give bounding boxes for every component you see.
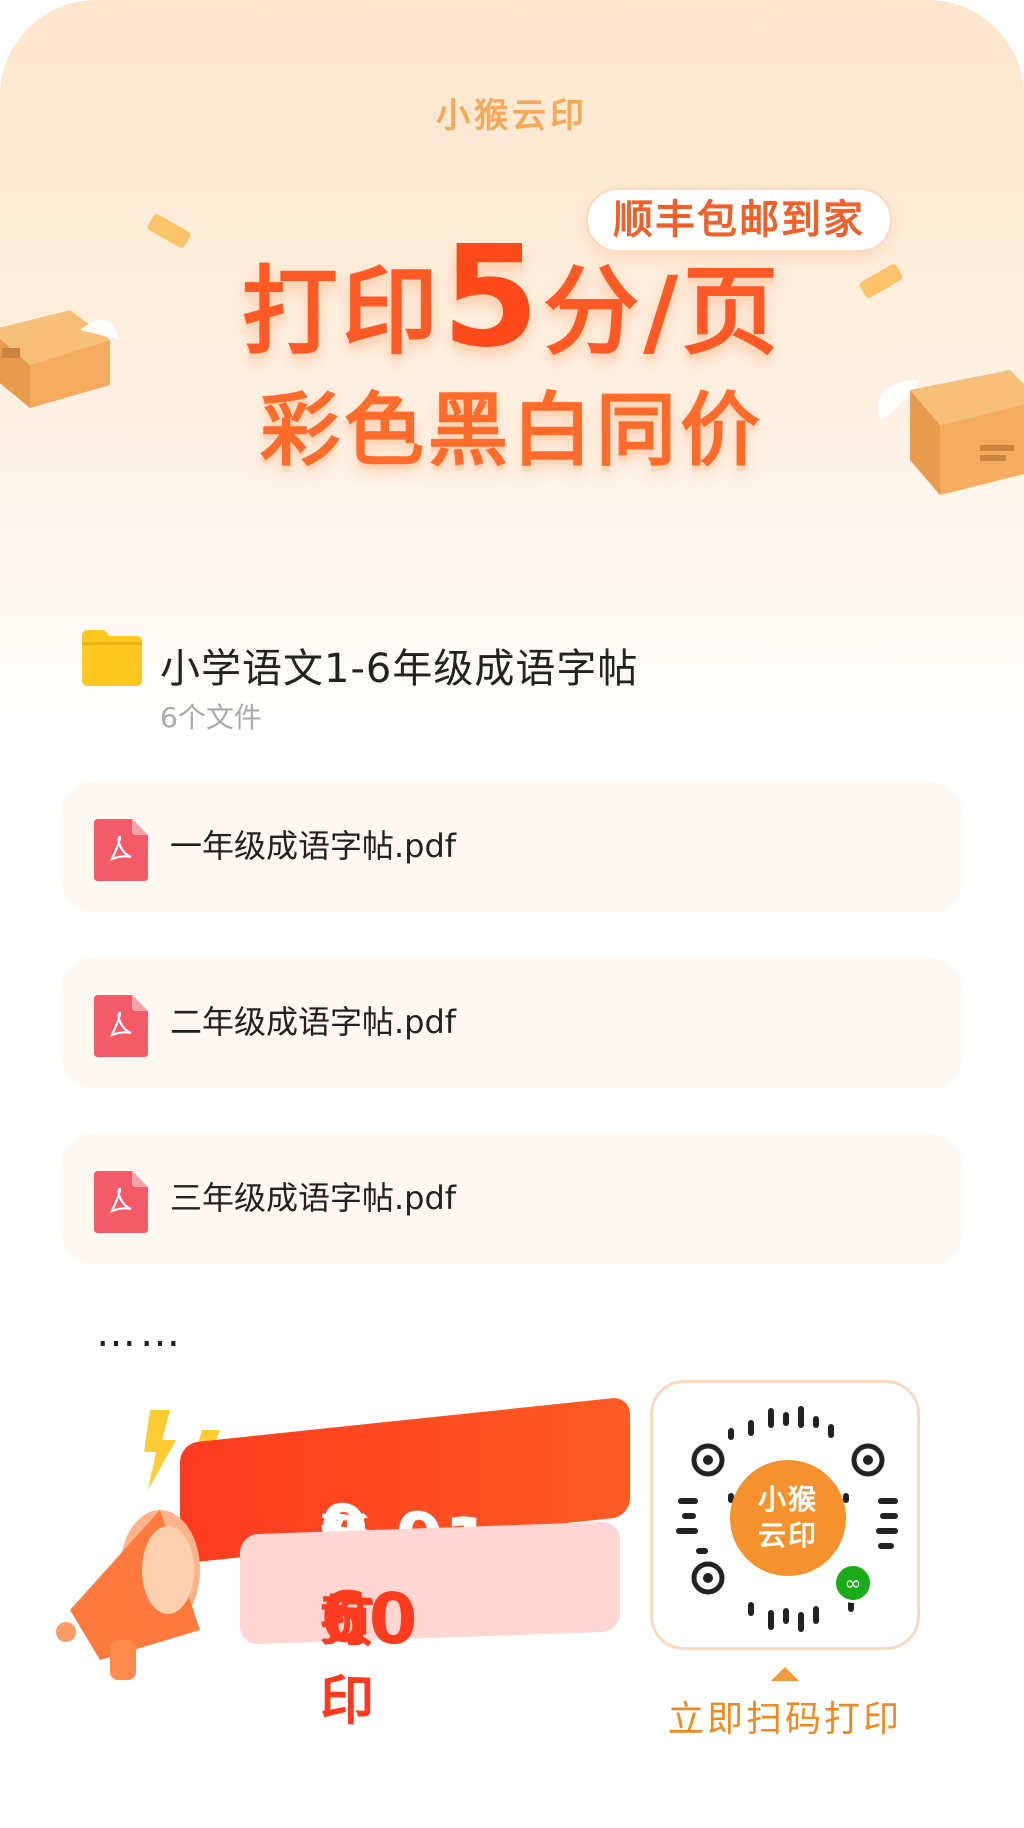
pdf-icon <box>94 995 148 1057</box>
qr-code-card[interactable]: 小猴 云印 ∞ <box>650 1380 920 1650</box>
file-name: 一年级成语字帖.pdf <box>170 827 457 865</box>
page-card: 小猴云印 顺丰包邮到家 打印5分/页 彩色黑白同价 小学语文1-6年级成语字帖 … <box>0 0 1024 1828</box>
qr-logo-line-1: 小猴 <box>757 1483 818 1516</box>
headline-number: 5 <box>441 216 544 379</box>
pdf-icon <box>94 1171 148 1233</box>
color-same-price-line: 彩色黑白同价 <box>260 384 764 477</box>
up-arrow-icon <box>771 1667 799 1681</box>
banner-headline: 打印5分/页 彩色黑白同价 <box>0 228 1024 486</box>
more-files-ellipsis: …… <box>96 1310 184 1356</box>
file-item[interactable]: 一年级成语字帖.pdf <box>62 782 962 912</box>
file-item[interactable]: 三年级成语字帖.pdf <box>62 1134 962 1264</box>
file-name: 二年级成语字帖.pdf <box>170 1003 457 1041</box>
promo-line-2: 打印 60 页 <box>240 1521 620 1733</box>
qr-brand-logo: 小猴 云印 <box>730 1460 846 1576</box>
qr-logo-line-2: 云印 <box>757 1519 818 1552</box>
pdf-icon <box>94 819 148 881</box>
megaphone-icon <box>56 1510 200 1680</box>
folder-title: 小学语文1-6年级成语字帖 <box>160 646 639 692</box>
brand-logo-text: 小猴云印 <box>436 96 588 136</box>
scan-to-print-label: 立即扫码打印 <box>667 1699 902 1740</box>
promo-line2-suffix: 页 <box>320 1589 374 1655</box>
folder-icon <box>82 630 142 686</box>
file-name: 三年级成语字帖.pdf <box>170 1179 457 1217</box>
new-user-promo: 新人0.01元 打印60页 <box>40 1380 630 1733</box>
headline-suffix: 分/页 <box>543 256 783 368</box>
headline-prefix: 打印 <box>241 256 442 368</box>
file-item[interactable]: 二年级成语字帖.pdf <box>62 958 962 1088</box>
price-line: 打印5分/页 <box>0 228 1024 372</box>
mini-program-icon: ∞ <box>833 1563 873 1603</box>
folder-file-count: 6个文件 <box>160 701 262 734</box>
